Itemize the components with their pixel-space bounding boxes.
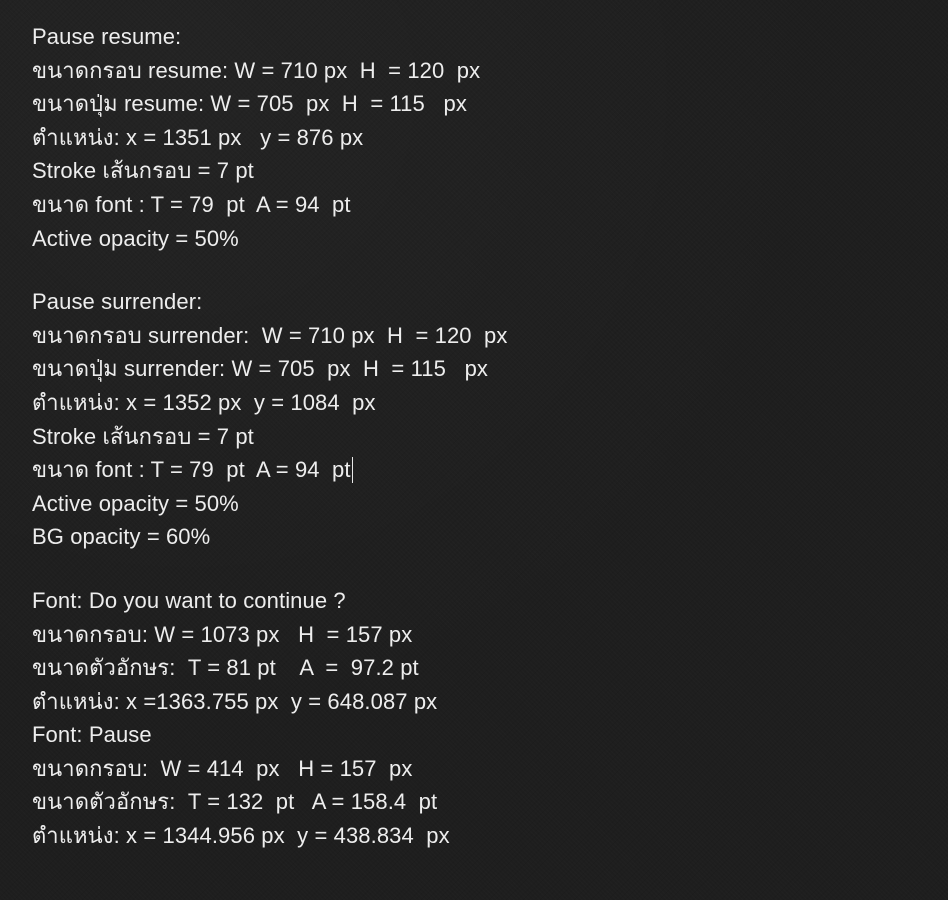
- note-blank-line: [32, 255, 922, 285]
- note-line-surrender-bg-opacity: BG opacity = 60%: [32, 524, 211, 550]
- text-cursor: [351, 457, 354, 484]
- note-line-surrender-active-opacity: Active opacity = 50%: [32, 490, 239, 516]
- note-line-resume-button-size: ขนาดปุ่ม resume: W = 705 px H = 115 px: [32, 91, 467, 117]
- note-line-pause-letter-size: ขนาดตัวอักษร: T = 132 pt A = 158.4 pt: [32, 789, 438, 815]
- note-line-surrender-frame-size: ขนาดกรอบ surrender: W = 710 px H = 120 p…: [32, 322, 508, 348]
- note-line-continue-frame-size: ขนาดกรอบ: W = 1073 px H = 157 px: [32, 621, 413, 647]
- note-line-surrender-position: ตำแหน่ง: x = 1352 px y = 1084 px: [32, 389, 376, 415]
- note-text-editor[interactable]: Pause resume: ขนาดกรอบ resume: W = 710 p…: [32, 20, 922, 880]
- note-line-resume-font-size: ขนาด font : T = 79 pt A = 94 pt: [32, 191, 351, 217]
- note-blank-line: [32, 554, 922, 584]
- note-line-continue-font-heading: Font: Do you want to continue ?: [32, 587, 346, 613]
- note-line-resume-frame-size: ขนาดกรอบ resume: W = 710 px H = 120 px: [32, 57, 481, 83]
- note-line-surrender-font-size-text: ขนาด font : T = 79 pt A = 94 pt: [32, 457, 351, 483]
- note-line-pause-resume-heading: Pause resume:: [32, 24, 182, 49]
- note-line-pause-font-heading: Font: Pause: [32, 722, 152, 748]
- note-line-continue-position: ตำแหน่ง: x =1363.755 px y = 648.087 px: [32, 688, 438, 714]
- note-line-surrender-stroke: Stroke เส้นกรอบ = 7 pt: [32, 423, 254, 449]
- note-line-surrender-font-size: ขนาด font : T = 79 pt A = 94 pt: [32, 453, 922, 487]
- note-line-resume-active-opacity: Active opacity = 50%: [32, 225, 239, 251]
- note-line-resume-position: ตำแหน่ง: x = 1351 px y = 876 px: [32, 124, 364, 150]
- note-line-surrender-button-size: ขนาดปุ่ม surrender: W = 705 px H = 115 p…: [32, 356, 489, 382]
- note-line-pause-position: ตำแหน่ง: x = 1344.956 px y = 438.834 px: [32, 823, 450, 849]
- note-line-continue-letter-size: ขนาดตัวอักษร: T = 81 pt A = 97.2 pt: [32, 655, 419, 681]
- note-line-pause-frame-size: ขนาดกรอบ: W = 414 px H = 157 px: [32, 755, 413, 781]
- note-line-pause-surrender-heading: Pause surrender:: [32, 289, 203, 315]
- note-line-resume-stroke: Stroke เส้นกรอบ = 7 pt: [32, 158, 254, 184]
